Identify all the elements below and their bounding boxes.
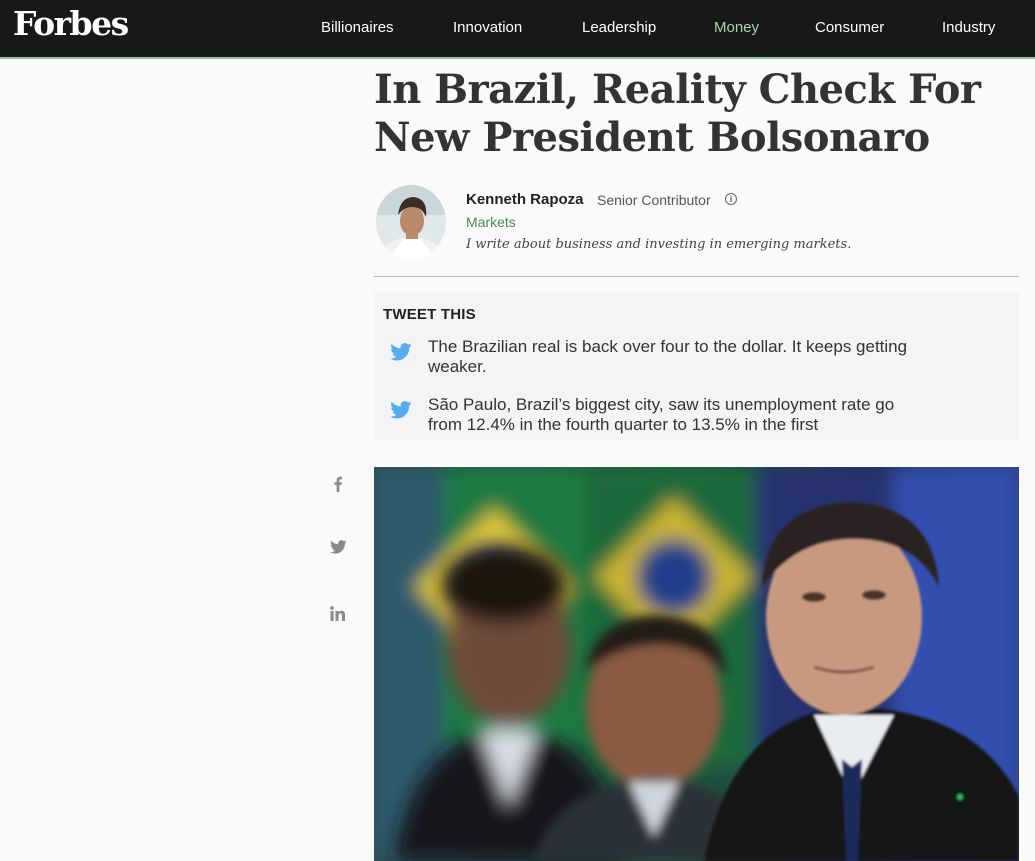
twitter-bird-icon: [390, 343, 412, 361]
author-bio: I write about business and investing in …: [466, 237, 852, 252]
tweet-this-title: TWEET THIS: [383, 306, 476, 323]
author-name[interactable]: Kenneth Rapoza: [466, 191, 584, 208]
linkedin-icon: [330, 605, 345, 621]
divider: [374, 276, 1019, 277]
nav-item-money[interactable]: Money: [714, 19, 759, 36]
facebook-share-button[interactable]: [326, 472, 350, 496]
author-role: Senior Contributor: [597, 192, 711, 208]
author-section-link[interactable]: Markets: [466, 214, 516, 230]
nav-item-billionaires[interactable]: Billionaires: [321, 19, 394, 36]
nav-item-innovation[interactable]: Innovation: [453, 19, 522, 36]
tweet-text-line: weaker.: [428, 357, 487, 376]
tweet-text-line: from 12.4% in the fourth quarter to 13.5…: [428, 415, 819, 434]
headline-line-2: New President Bolsonaro: [374, 114, 930, 161]
info-icon[interactable]: i: [725, 193, 737, 205]
article-headline: In Brazil, Reality Check For New Preside…: [374, 66, 1014, 162]
tweet-text-line: The Brazilian real is back over four to …: [428, 337, 908, 356]
article-hero-photo: [374, 467, 1019, 861]
top-nav-bar: Forbes Billionaires Innovation Leadershi…: [0, 0, 1035, 59]
nav-item-industry[interactable]: Industry: [942, 19, 995, 36]
facebook-icon: [334, 476, 343, 492]
nav-item-consumer[interactable]: Consumer: [815, 19, 884, 36]
twitter-icon: [329, 540, 347, 554]
tweet-item[interactable]: The Brazilian real is back over four to …: [390, 337, 1010, 379]
twitter-share-button[interactable]: [326, 535, 350, 559]
tweet-text-line: São Paulo, Brazil’s biggest city, saw it…: [428, 395, 895, 414]
nav-item-leadership[interactable]: Leadership: [582, 19, 656, 36]
headline-line-1: In Brazil, Reality Check For: [374, 66, 981, 113]
forbes-logo[interactable]: Forbes: [13, 4, 129, 43]
tweet-text: São Paulo, Brazil’s biggest city, saw it…: [428, 395, 998, 435]
author-avatar[interactable]: [376, 185, 446, 259]
tweet-text: The Brazilian real is back over four to …: [428, 337, 998, 377]
twitter-bird-icon: [390, 401, 412, 419]
linkedin-share-button[interactable]: [326, 601, 350, 625]
tweet-item[interactable]: São Paulo, Brazil’s biggest city, saw it…: [390, 395, 1010, 437]
